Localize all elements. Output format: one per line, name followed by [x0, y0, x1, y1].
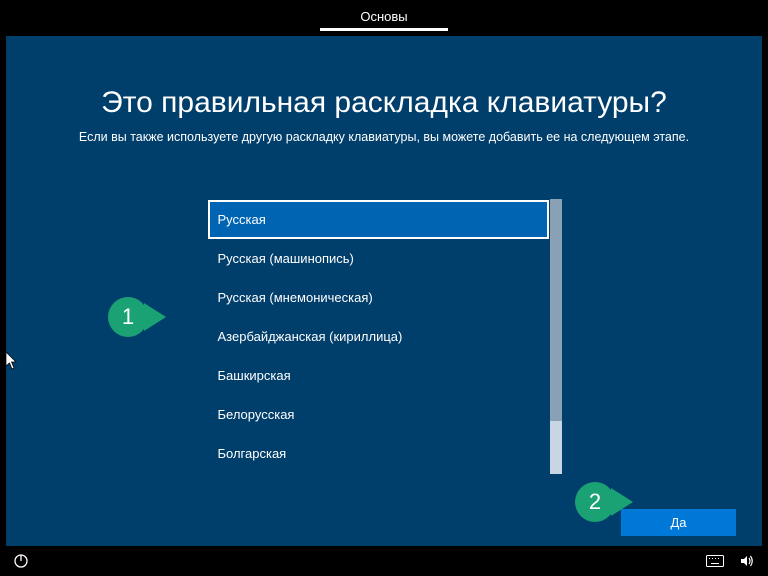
keyboard-layout-list: Русская Русская (машинопись) Русская (мн… — [207, 199, 562, 474]
callout-2: 2 — [575, 482, 615, 522]
yes-button[interactable]: Да — [621, 509, 736, 536]
tab-label: Основы — [360, 9, 407, 24]
page-subtitle: Если вы также используете другую расклад… — [79, 130, 689, 144]
list-item[interactable]: Русская (мнемоническая) — [208, 278, 549, 317]
page-title: Это правильная раскладка клавиатуры? — [101, 86, 667, 120]
list-item[interactable]: Белорусская — [208, 395, 549, 434]
list-item[interactable]: Русская — [208, 200, 549, 239]
callout-1: 1 — [108, 297, 148, 337]
keyboard-icon[interactable] — [706, 552, 724, 570]
scroll-thumb[interactable] — [550, 199, 562, 421]
bottom-right — [706, 552, 756, 570]
bottom-left — [12, 552, 30, 570]
list-item[interactable]: Русская (машинопись) — [208, 239, 549, 278]
list-items: Русская Русская (машинопись) Русская (мн… — [207, 199, 550, 474]
volume-icon[interactable] — [738, 552, 756, 570]
list-item[interactable]: Башкирская — [208, 356, 549, 395]
tab-basics[interactable]: Основы — [330, 3, 437, 30]
power-icon[interactable] — [12, 552, 30, 570]
bottom-bar — [0, 546, 768, 576]
scrollbar[interactable] — [550, 199, 562, 474]
tab-underline — [320, 28, 447, 31]
list-item[interactable]: Азербайджанская (кириллица) — [208, 317, 549, 356]
list-item[interactable]: Болгарская — [208, 434, 549, 473]
top-bar: Основы — [0, 0, 768, 30]
